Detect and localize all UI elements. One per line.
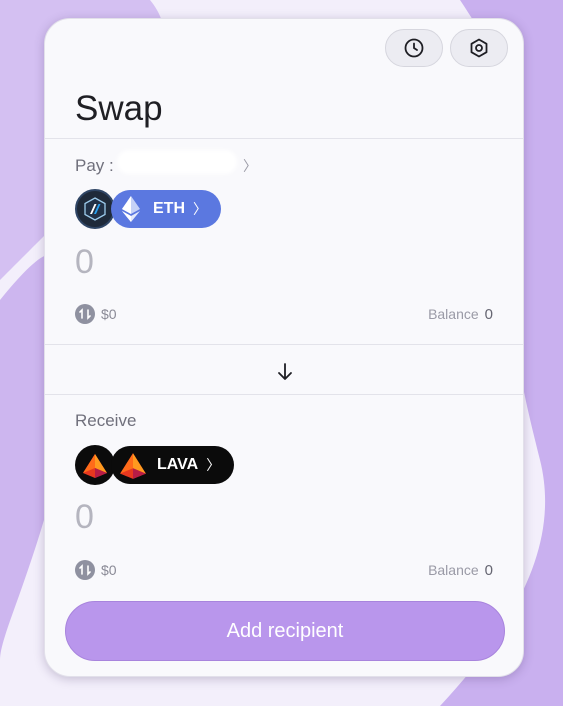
history-button[interactable]: [385, 29, 443, 67]
divider: [45, 138, 523, 139]
chevron-right-icon: 〉: [193, 201, 207, 217]
clock-icon: [404, 38, 424, 58]
token-pill[interactable]: LAVA 〉: [111, 446, 235, 484]
ethereum-logo-icon: [117, 195, 145, 223]
balance-value: 0: [484, 306, 493, 323]
token-symbol: ETH: [153, 200, 185, 217]
swap-value-icon: [75, 304, 95, 324]
lava-logo-icon: [117, 449, 149, 481]
page-title: Swap: [75, 89, 163, 128]
divider: [45, 344, 523, 345]
token-pill[interactable]: ETH 〉: [111, 190, 221, 228]
add-recipient-button[interactable]: Add recipient: [65, 601, 505, 661]
pay-label: Pay :: [75, 156, 114, 175]
divider: [45, 394, 523, 395]
usd-text: $0: [101, 306, 117, 322]
settings-button[interactable]: [450, 29, 508, 67]
receive-label: Receive: [75, 411, 137, 430]
swap-direction-button[interactable]: [271, 358, 299, 386]
token-symbol: LAVA: [157, 456, 199, 473]
redacted-address: [117, 150, 237, 174]
receive-token-selector[interactable]: LAVA 〉: [75, 445, 235, 485]
arrow-down-icon: [278, 363, 292, 380]
chevron-right-icon: 〉: [206, 457, 221, 473]
pay-token-selector[interactable]: ETH 〉: [75, 189, 221, 229]
arbitrum-logo-icon: [75, 189, 115, 229]
balance-value: 0: [484, 562, 493, 579]
lava-logo-icon: [75, 445, 115, 485]
pay-usd-value: $0: [75, 304, 117, 324]
receive-balance: Balance 0: [428, 562, 493, 579]
pay-amount-input[interactable]: 0: [75, 243, 94, 282]
swap-value-icon: [75, 560, 95, 580]
balance-label: Balance: [428, 306, 479, 322]
chevron-right-icon[interactable]: 〉: [243, 156, 257, 176]
pay-balance: Balance 0: [428, 306, 493, 323]
balance-label: Balance: [428, 562, 479, 578]
receive-usd-value: $0: [75, 560, 117, 580]
swap-card: Swap Pay : 〉 ETH 〉 0 $0 Balance 0 Receiv…: [44, 18, 524, 677]
hexagon-settings-icon: [470, 38, 488, 58]
usd-text: $0: [101, 562, 117, 578]
receive-amount-input[interactable]: 0: [75, 498, 94, 537]
